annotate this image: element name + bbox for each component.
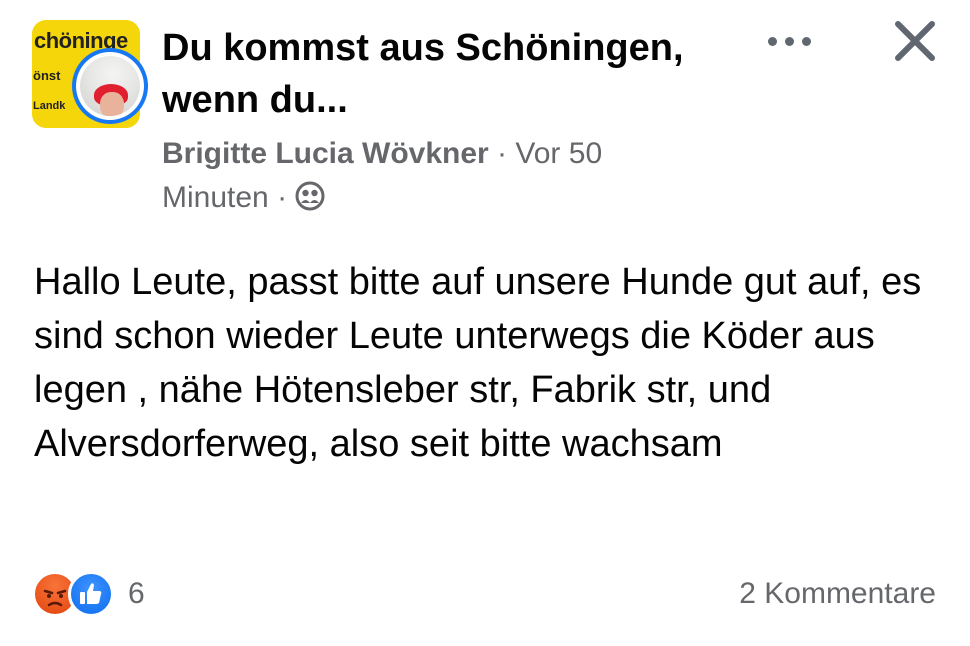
group-avatar-text: önst bbox=[33, 68, 61, 83]
post-header: chöninge önst Landk Du kommst aus Schöni… bbox=[0, 0, 970, 230]
author-photo bbox=[80, 56, 140, 116]
reaction-count: 6 bbox=[128, 577, 145, 610]
group-name[interactable]: Du kommst aus Schöningen, wenn du... bbox=[162, 22, 742, 126]
close-button[interactable] bbox=[888, 14, 942, 68]
close-icon bbox=[895, 21, 935, 61]
more-options-button[interactable] bbox=[762, 26, 818, 56]
meta-separator: · bbox=[268, 181, 296, 214]
like-reaction-icon bbox=[68, 571, 114, 617]
author-name[interactable]: Brigitte Lucia Wövkner bbox=[162, 137, 489, 170]
post-meta: Brigitte Lucia Wövkner · Vor 50 Minuten … bbox=[162, 132, 682, 220]
group-members-icon[interactable] bbox=[295, 181, 325, 211]
post-footer: 6 2 Kommentare bbox=[0, 565, 970, 625]
more-dots-icon bbox=[768, 37, 777, 46]
meta-separator: · bbox=[488, 137, 516, 170]
author-avatar[interactable] bbox=[72, 48, 148, 124]
group-avatar-text: Landk bbox=[33, 100, 66, 112]
post-text: Hallo Leute, passt bitte auf unsere Hund… bbox=[34, 261, 943, 465]
comments-link[interactable]: 2 Kommentare bbox=[739, 573, 936, 615]
